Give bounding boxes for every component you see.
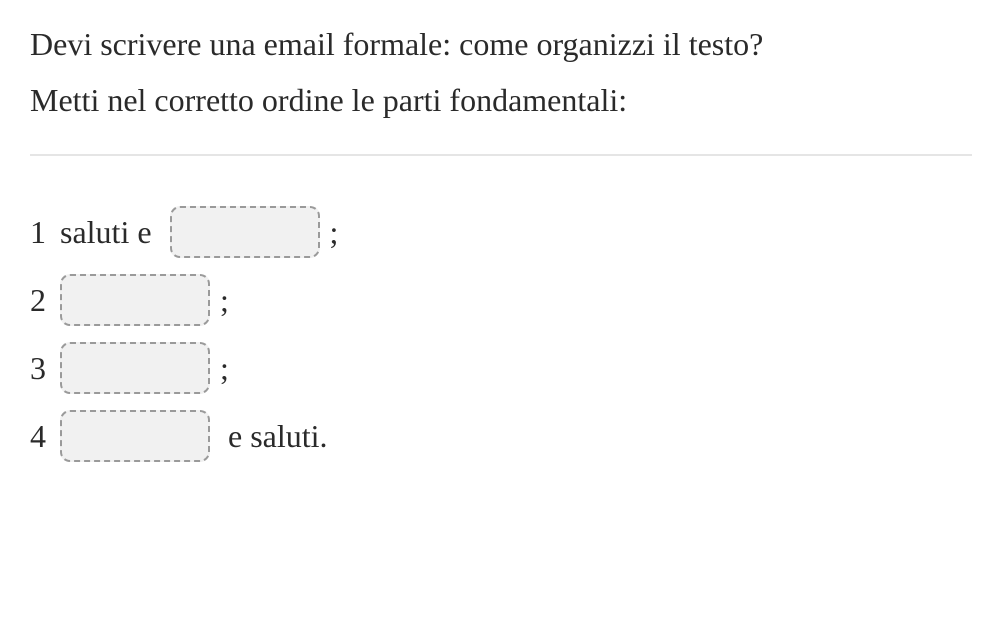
row-before-text: saluti e (60, 208, 160, 256)
row-number: 4 (30, 412, 50, 460)
row-after-text: ; (220, 344, 229, 392)
ordered-list: 1 saluti e ; 2 ; 3 ; 4 e saluti. (30, 206, 972, 462)
divider (30, 154, 972, 156)
drop-slot[interactable] (60, 274, 210, 326)
list-row: 3 ; (30, 342, 972, 394)
row-after-text: ; (220, 276, 229, 324)
row-number: 1 (30, 208, 50, 256)
drop-slot[interactable] (60, 342, 210, 394)
row-number: 2 (30, 276, 50, 324)
prompt-line-1: Devi scrivere una email formale: come or… (30, 20, 972, 68)
list-row: 2 ; (30, 274, 972, 326)
list-row: 4 e saluti. (30, 410, 972, 462)
row-after-text: ; (330, 208, 339, 256)
drop-slot[interactable] (170, 206, 320, 258)
row-after-text: e saluti. (220, 412, 328, 460)
drop-slot[interactable] (60, 410, 210, 462)
row-number: 3 (30, 344, 50, 392)
prompt-line-2: Metti nel corretto ordine le parti fonda… (30, 76, 972, 124)
list-row: 1 saluti e ; (30, 206, 972, 258)
